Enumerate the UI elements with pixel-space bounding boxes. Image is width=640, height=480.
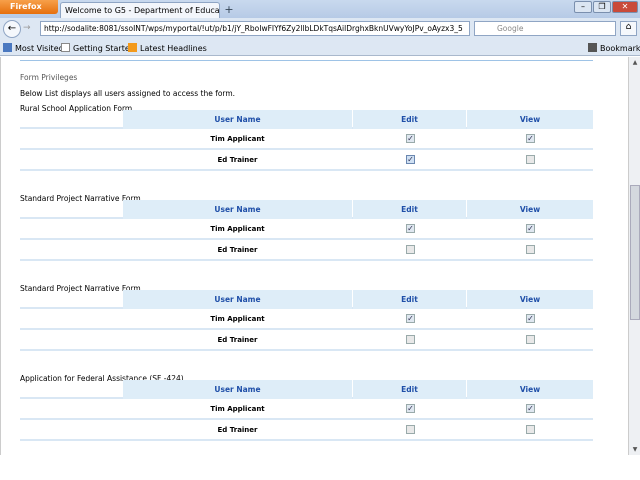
- bookmark-label: Getting Started: [73, 44, 135, 53]
- form-privileges-section: Standard Project Narrative Form User Nam…: [20, 284, 593, 351]
- minimize-button[interactable]: –: [574, 1, 592, 13]
- view-checkbox[interactable]: ✓: [526, 224, 535, 233]
- table-header: User Name Edit View: [20, 380, 593, 399]
- forward-button[interactable]: →: [23, 23, 31, 33]
- table-row: Ed Trainer: [20, 420, 593, 441]
- bookmark-latest-headlines[interactable]: Latest Headlines: [128, 43, 207, 53]
- user-name: Ed Trainer: [217, 336, 258, 344]
- page-description: Below List displays all users assigned t…: [20, 89, 236, 98]
- column-header-edit: Edit: [353, 200, 466, 219]
- table-header: User Name Edit View: [20, 290, 593, 309]
- edit-checkbox[interactable]: [406, 425, 415, 434]
- close-button[interactable]: ✕: [612, 1, 638, 13]
- bookmark-getting-started[interactable]: Getting Started: [61, 43, 135, 53]
- user-name: Ed Trainer: [217, 426, 258, 434]
- edit-checkbox[interactable]: ✓: [406, 404, 415, 413]
- most-visited-icon: [3, 43, 12, 52]
- bookmarks-toolbar: Most Visited Getting Started Latest Head…: [0, 39, 640, 56]
- edit-checkbox[interactable]: ✓: [406, 155, 415, 164]
- column-header-edit: Edit: [353, 110, 466, 129]
- user-name: Tim Applicant: [210, 405, 265, 413]
- column-header-view: View: [467, 290, 593, 309]
- divider: [20, 60, 593, 61]
- firefox-menu-button[interactable]: Firefox: [0, 0, 58, 14]
- column-header-user-name: User Name: [123, 200, 352, 219]
- edit-checkbox[interactable]: ✓: [406, 134, 415, 143]
- column-header-edit: Edit: [353, 380, 466, 399]
- table-row: Ed Trainer: [20, 240, 593, 261]
- user-name: Tim Applicant: [210, 225, 265, 233]
- view-checkbox[interactable]: ✓: [526, 134, 535, 143]
- edit-checkbox[interactable]: [406, 245, 415, 254]
- home-button[interactable]: ⌂: [620, 21, 637, 36]
- tab-title: Welcome to G5 - Department of Educati...: [65, 6, 220, 15]
- table-row: Tim Applicant ✓ ✓: [20, 129, 593, 150]
- form-privileges-section: Standard Project Narrative Form User Nam…: [20, 194, 593, 261]
- maximize-button[interactable]: ❐: [593, 1, 611, 13]
- view-checkbox[interactable]: [526, 245, 535, 254]
- scroll-up-arrow[interactable]: ▲: [629, 59, 640, 66]
- url-bar[interactable]: http://sodalite:8081/ssoINT/wps/myportal…: [40, 21, 470, 36]
- view-checkbox[interactable]: ✓: [526, 314, 535, 323]
- table-row: Ed Trainer: [20, 330, 593, 351]
- edit-checkbox[interactable]: ✓: [406, 224, 415, 233]
- bookmarks-menu[interactable]: Bookmarks: [588, 43, 640, 53]
- view-checkbox[interactable]: ✓: [526, 404, 535, 413]
- scroll-down-arrow[interactable]: ▼: [629, 446, 640, 453]
- user-name: Ed Trainer: [217, 246, 258, 254]
- form-privileges-section: Rural School Application Form User Name …: [20, 104, 593, 171]
- rss-icon: [128, 43, 137, 52]
- view-checkbox[interactable]: [526, 335, 535, 344]
- column-header-user-name: User Name: [123, 380, 352, 399]
- table-row: Tim Applicant ✓ ✓: [20, 309, 593, 330]
- column-header-view: View: [467, 200, 593, 219]
- column-header-edit: Edit: [353, 290, 466, 309]
- new-tab-button[interactable]: +: [222, 3, 236, 17]
- bookmark-label: Bookmarks: [600, 44, 640, 53]
- vertical-scrollbar[interactable]: ▲ ▼: [628, 57, 640, 455]
- column-header-view: View: [467, 110, 593, 129]
- edit-checkbox[interactable]: ✓: [406, 314, 415, 323]
- page-title: Form Privileges: [20, 73, 78, 82]
- column-header-user-name: User Name: [123, 290, 352, 309]
- view-checkbox[interactable]: [526, 425, 535, 434]
- column-header-view: View: [467, 380, 593, 399]
- navigation-bar: ← → http://sodalite:8081/ssoINT/wps/mypo…: [0, 18, 640, 39]
- bookmark-label: Most Visited: [15, 44, 64, 53]
- form-privileges-section: Application for Federal Assistance (SF -…: [20, 374, 593, 441]
- table-row: Ed Trainer ✓: [20, 150, 593, 171]
- table-header: User Name Edit View: [20, 200, 593, 219]
- user-name: Ed Trainer: [217, 156, 258, 164]
- page-icon: [61, 43, 70, 52]
- table-row: Tim Applicant ✓ ✓: [20, 219, 593, 240]
- page-content: Form Privileges Below List displays all …: [0, 57, 628, 455]
- table-header: User Name Edit View: [20, 110, 593, 129]
- view-checkbox[interactable]: [526, 155, 535, 164]
- back-button[interactable]: ←: [3, 20, 21, 38]
- bookmarks-icon: [588, 43, 597, 52]
- edit-checkbox[interactable]: [406, 335, 415, 344]
- column-header-user-name: User Name: [123, 110, 352, 129]
- bookmark-label: Latest Headlines: [140, 44, 207, 53]
- user-name: Tim Applicant: [210, 315, 265, 323]
- user-name: Tim Applicant: [210, 135, 265, 143]
- table-row: Tim Applicant ✓ ✓: [20, 399, 593, 420]
- browser-tab[interactable]: Welcome to G5 - Department of Educati...: [60, 2, 220, 18]
- title-bar: Firefox Welcome to G5 - Department of Ed…: [0, 0, 640, 18]
- bookmark-most-visited[interactable]: Most Visited: [3, 43, 64, 53]
- search-input[interactable]: Google: [474, 21, 616, 36]
- scrollbar-thumb[interactable]: [630, 185, 640, 320]
